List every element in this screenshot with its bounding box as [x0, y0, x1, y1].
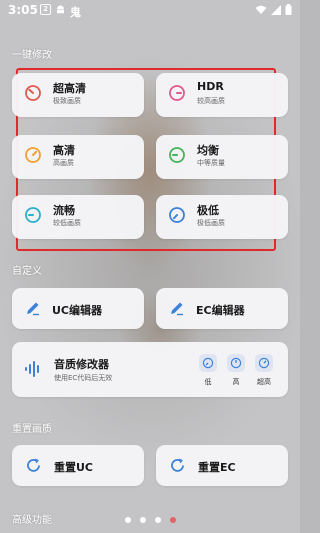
preset-smooth[interactable]: 流畅 较低画质	[12, 195, 144, 239]
page-dot[interactable]	[154, 517, 161, 523]
gauge-mid-icon	[169, 147, 185, 163]
preset-subtitle: 极低画质	[197, 219, 225, 227]
uc-editor-button[interactable]: UC编辑器	[12, 288, 144, 329]
reset-uc-button[interactable]: 重置UC	[12, 445, 144, 486]
page-dot-active[interactable]	[169, 517, 176, 523]
battery-icon	[285, 4, 292, 18]
preset-subtitle: 中等质量	[197, 159, 225, 167]
pencil-icon	[27, 302, 39, 316]
wifi-icon	[255, 4, 267, 18]
reset-uc-label: 重置UC	[54, 461, 94, 474]
preset-title: 超高清	[53, 82, 86, 95]
preset-hd[interactable]: 高清 高画质	[12, 135, 144, 179]
preset-subtitle: 较低画质	[53, 219, 81, 227]
gauge-icon	[202, 357, 214, 369]
preset-title: HDR	[197, 80, 224, 93]
preset-ultra-low[interactable]: 极低 极低画质	[156, 195, 288, 239]
android-icon	[55, 4, 66, 20]
reset-ec-button[interactable]: 重置EC	[156, 445, 288, 486]
reset-ec-label: 重置EC	[198, 461, 236, 474]
gauge-max-icon	[25, 85, 41, 101]
notification-badge-icon: 2	[40, 4, 51, 15]
page-indicator	[0, 517, 300, 523]
preset-subtitle: 高画质	[53, 159, 74, 167]
uc-editor-label: UC编辑器	[52, 304, 103, 317]
gauge-right-icon	[169, 85, 185, 101]
preset-balanced[interactable]: 均衡 中等质量	[156, 135, 288, 179]
audio-level-low-button[interactable]	[199, 354, 217, 372]
preset-title: 高清	[53, 144, 75, 157]
audio-level-label: 低	[204, 378, 212, 386]
status-time: 3:05	[8, 3, 38, 17]
audio-level-label: 超高	[257, 378, 271, 386]
preset-title: 流畅	[53, 204, 75, 217]
section-reset: 重置画质	[12, 424, 52, 435]
preset-subtitle: 极致画质	[53, 97, 81, 105]
preset-title: 均衡	[197, 144, 219, 157]
refresh-icon	[27, 458, 40, 472]
gauge-min-icon	[169, 207, 185, 223]
gauge-icon	[258, 357, 270, 369]
preset-title: 极低	[197, 204, 219, 217]
section-custom: 自定义	[12, 266, 42, 277]
page-dot[interactable]	[139, 517, 146, 523]
section-one-click: 一键修改	[12, 50, 52, 61]
app-glyph-icon: 鬼	[70, 6, 81, 19]
audio-subtitle: 使用EC代码后无效	[54, 374, 113, 382]
audio-level-label: 高	[232, 378, 240, 386]
audio-title: 音质修改器	[54, 358, 109, 371]
preset-hdr[interactable]: HDR 较高画质	[156, 73, 288, 117]
gauge-icon	[25, 147, 41, 163]
audio-modifier-card: 音质修改器 使用EC代码后无效 低 高 超高	[12, 342, 288, 397]
pencil-icon	[171, 302, 183, 316]
sound-wave-icon	[25, 361, 39, 377]
gauge-icon	[230, 357, 242, 369]
preset-ultra-hd[interactable]: 超高清 极致画质	[12, 73, 144, 117]
status-bar: 3:05 2 鬼	[0, 0, 300, 22]
refresh-icon	[171, 458, 184, 472]
ec-editor-button[interactable]: EC编辑器	[156, 288, 288, 329]
gauge-low-icon	[25, 207, 41, 223]
audio-level-high-button[interactable]	[227, 354, 245, 372]
ec-editor-label: EC编辑器	[196, 304, 245, 317]
audio-level-ultra-button[interactable]	[255, 354, 273, 372]
preset-subtitle: 较高画质	[197, 97, 225, 105]
page-dot[interactable]	[124, 517, 131, 523]
signal-icon	[271, 4, 281, 18]
